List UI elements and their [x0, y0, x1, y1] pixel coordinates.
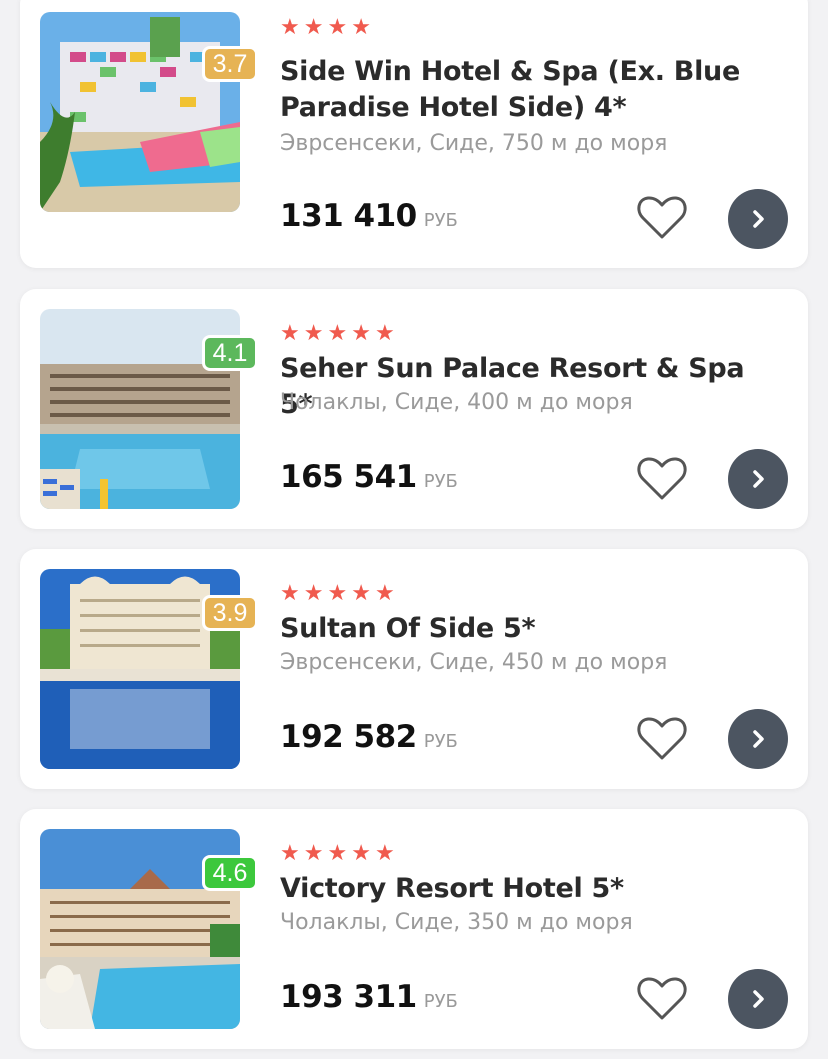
star-icon: ★: [351, 580, 371, 605]
open-hotel-button[interactable]: [728, 969, 788, 1029]
hotel-name[interactable]: Sultan Of Side 5*: [280, 611, 780, 647]
star-icon: ★: [280, 840, 300, 865]
hotel-card[interactable]: 4.1 ★ ★ ★ ★ ★ Seher Sun Palace Resort & Spa …: [20, 289, 808, 529]
hotel-location: Чолаклы, Сиде, 350 м до моря: [280, 910, 633, 935]
hotel-photo[interactable]: [40, 12, 240, 212]
open-hotel-button[interactable]: [728, 709, 788, 769]
star-rating: ★ ★ ★ ★ ★: [280, 582, 395, 604]
hotel-photo-image: [40, 12, 240, 212]
hotel-card[interactable]: 3.9 ★ ★ ★ ★ ★ Sultan Of Side 5* Эврсенсеки, …: [20, 549, 808, 789]
open-hotel-button[interactable]: [728, 449, 788, 509]
price-value: 193 311: [280, 979, 417, 1015]
open-hotel-button[interactable]: [728, 189, 788, 249]
favorite-button[interactable]: [634, 192, 690, 242]
star-icon: ★: [303, 14, 324, 39]
star-icon: ★: [351, 840, 371, 865]
star-icon: ★: [374, 320, 395, 345]
price-value: 165 541: [280, 459, 417, 495]
star-icon: ★: [303, 840, 324, 865]
star-icon: ★: [327, 14, 348, 39]
hotel-list: 3.7 ★ ★ ★ ★ Side Win Hotel & Spa (Ex. Blue …: [0, 0, 828, 1059]
heart-outline-icon: [637, 196, 687, 239]
heart-outline-icon: [637, 977, 687, 1020]
star-icon: ★: [374, 840, 395, 865]
star-icon: ★: [280, 580, 300, 605]
chevron-right-icon: [753, 990, 764, 1008]
hotel-price: 193 311 РУБ: [280, 979, 458, 1015]
hotel-location: Эврсенсеки, Сиде, 750 м до моря: [280, 131, 668, 156]
favorite-button[interactable]: [634, 453, 690, 503]
star-rating: ★ ★ ★ ★ ★: [280, 842, 395, 864]
star-icon: ★: [280, 14, 300, 39]
heart-outline-icon: [637, 457, 687, 500]
favorite-button[interactable]: [634, 973, 690, 1023]
price-currency: РУБ: [423, 991, 458, 1012]
hotel-card[interactable]: 3.7 ★ ★ ★ ★ Side Win Hotel & Spa (Ex. Blue …: [20, 0, 808, 268]
star-icon: ★: [327, 580, 348, 605]
price-currency: РУБ: [423, 471, 458, 492]
hotel-name[interactable]: Side Win Hotel & Spa (Ex. Blue Paradise …: [280, 54, 780, 126]
price-value: 192 582: [280, 719, 417, 755]
star-icon: ★: [374, 580, 395, 605]
rating-badge: 4.6: [202, 855, 258, 891]
hotel-card[interactable]: 4.6 ★ ★ ★ ★ ★ Victory Resort Hotel 5* Чолакл…: [20, 809, 808, 1049]
favorite-button[interactable]: [634, 713, 690, 763]
star-rating: ★ ★ ★ ★: [280, 16, 371, 38]
star-icon: ★: [351, 320, 371, 345]
star-icon: ★: [327, 320, 348, 345]
rating-badge: 3.7: [202, 46, 258, 82]
chevron-right-icon: [753, 470, 764, 488]
hotel-price: 192 582 РУБ: [280, 719, 458, 755]
hotel-name[interactable]: Victory Resort Hotel 5*: [280, 871, 780, 907]
hotel-location: Чолаклы, Сиде, 400 м до моря: [280, 390, 633, 415]
price-value: 131 410: [280, 198, 417, 234]
star-icon: ★: [303, 580, 324, 605]
rating-badge: 3.9: [202, 595, 258, 631]
star-icon: ★: [303, 320, 324, 345]
price-currency: РУБ: [423, 731, 458, 752]
price-currency: РУБ: [423, 210, 458, 231]
chevron-right-icon: [753, 730, 764, 748]
rating-badge: 4.1: [202, 335, 258, 371]
hotel-price: 165 541 РУБ: [280, 459, 458, 495]
star-icon: ★: [327, 840, 348, 865]
chevron-right-icon: [753, 210, 764, 228]
hotel-location: Эврсенсеки, Сиде, 450 м до моря: [280, 650, 668, 675]
hotel-price: 131 410 РУБ: [280, 198, 458, 234]
star-rating: ★ ★ ★ ★ ★: [280, 322, 395, 344]
star-icon: ★: [351, 14, 371, 39]
heart-outline-icon: [637, 717, 687, 760]
star-icon: ★: [280, 320, 300, 345]
